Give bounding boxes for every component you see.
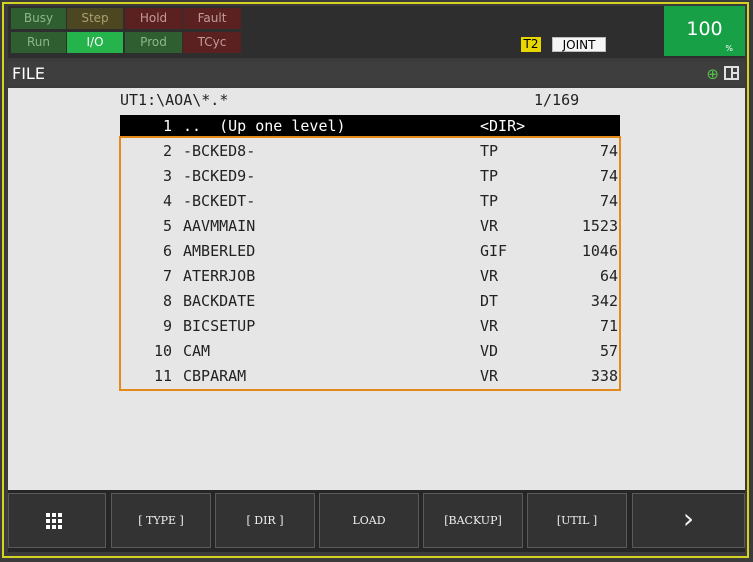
row-number: 5 (162, 217, 172, 235)
row-size: 71 (599, 317, 618, 335)
page-indicator: 1/169 (534, 91, 580, 109)
row-name: CBPARAM (183, 367, 247, 385)
row-number: 3 (162, 167, 172, 185)
row-name: BICSETUP (183, 317, 256, 335)
row-size: 57 (599, 342, 618, 360)
row-type: VR (480, 267, 499, 285)
row-number: 1 (162, 117, 172, 135)
row-type: TP (480, 142, 499, 160)
row-number: 2 (162, 142, 172, 160)
list-item[interactable]: 10 CAM VD 57 (120, 340, 620, 362)
status-bar: Busy Step Hold Fault Run I/O Prod TCyc T… (8, 6, 745, 58)
row-name: .. (Up one level) (183, 117, 346, 135)
row-name: AMBERLED (183, 242, 256, 260)
row-number: 4 (162, 192, 172, 210)
row-name: ATERRJOB (183, 267, 256, 285)
list-item-up-dir[interactable]: 1 .. (Up one level) <DIR> (120, 115, 620, 137)
grid-menu-icon (46, 513, 62, 529)
list-item[interactable]: 8 BACKDATE DT 342 (120, 290, 620, 312)
row-name: CAM (183, 342, 211, 360)
row-size: 64 (599, 267, 618, 285)
directory-path: UT1:\AOA\*.* (120, 91, 229, 109)
row-type: <DIR> (480, 117, 526, 135)
next-page-button[interactable]: › (632, 493, 745, 548)
row-type: TP (480, 167, 499, 185)
row-type: VR (480, 217, 499, 235)
lamp-step: Step (67, 8, 123, 29)
row-type: DT (480, 292, 499, 310)
lamp-busy: Busy (11, 8, 66, 29)
list-item[interactable]: 5 AAVMMAIN VR 1523 (120, 215, 620, 237)
f3-load-button[interactable]: LOAD (319, 493, 419, 548)
lamp-fault: Fault (183, 8, 241, 29)
f1-type-button[interactable]: [ TYPE ] (111, 493, 211, 548)
f4-backup-button[interactable]: [BACKUP] (423, 493, 523, 548)
row-size: 74 (599, 192, 618, 210)
row-size: 342 (590, 292, 618, 310)
override-value: 100 (686, 18, 723, 40)
file-listing: UT1:\AOA\*.* 1/169 1 .. (Up one level) <… (8, 88, 745, 490)
function-key-bar: [ TYPE ] [ DIR ] LOAD [BACKUP] [UTIL ] › (8, 490, 745, 552)
chevron-right-icon: › (682, 502, 695, 535)
row-type: GIF (480, 242, 508, 260)
override-unit: % (725, 44, 733, 53)
row-number: 9 (162, 317, 172, 335)
row-size: 1046 (581, 242, 618, 260)
row-size: 338 (590, 367, 618, 385)
lamp-tcyc: TCyc (183, 32, 241, 53)
list-item[interactable]: 7 ATERRJOB VR 64 (120, 265, 620, 287)
split-screen-icon[interactable] (724, 66, 739, 80)
menu-grid-button[interactable] (8, 493, 106, 548)
list-item[interactable]: 6 AMBERLED GIF 1046 (120, 240, 620, 262)
row-name: -BCKEDT- (183, 192, 256, 210)
row-number: 7 (162, 267, 172, 285)
row-type: VR (480, 367, 499, 385)
f5-util-button[interactable]: [UTIL ] (527, 493, 627, 548)
row-number: 11 (153, 367, 172, 385)
row-size: 1523 (581, 217, 618, 235)
row-size: 74 (599, 142, 618, 160)
f2-dir-button[interactable]: [ DIR ] (215, 493, 315, 548)
list-item[interactable]: 2 -BCKED8- TP 74 (120, 140, 620, 162)
lamp-run: Run (11, 32, 66, 53)
row-number: 10 (153, 342, 172, 360)
row-type: VR (480, 317, 499, 335)
list-item[interactable]: 3 -BCKED9- TP 74 (120, 165, 620, 187)
row-name: AAVMMAIN (183, 217, 256, 235)
row-type: TP (480, 192, 499, 210)
lamp-io: I/O (67, 32, 123, 53)
row-name: BACKDATE (183, 292, 256, 310)
coord-system-label[interactable]: JOINT (552, 37, 606, 52)
list-item[interactable]: 4 -BCKEDT- TP 74 (120, 190, 620, 212)
row-size: 74 (599, 167, 618, 185)
list-item[interactable]: 11 CBPARAM VR 338 (120, 365, 620, 387)
override-speed[interactable]: 100 % (664, 6, 745, 56)
title-bar: FILE ⊕ (8, 62, 745, 86)
row-name: -BCKED8- (183, 142, 256, 160)
row-number: 6 (162, 242, 172, 260)
row-number: 8 (162, 292, 172, 310)
lamp-prod: Prod (125, 32, 182, 53)
list-item[interactable]: 9 BICSETUP VR 71 (120, 315, 620, 337)
zoom-in-icon[interactable]: ⊕ (706, 65, 719, 83)
mode-badge: T2 (521, 37, 541, 52)
screen-title: FILE (12, 64, 45, 83)
row-type: VD (480, 342, 499, 360)
row-name: -BCKED9- (183, 167, 256, 185)
lamp-hold: Hold (125, 8, 182, 29)
